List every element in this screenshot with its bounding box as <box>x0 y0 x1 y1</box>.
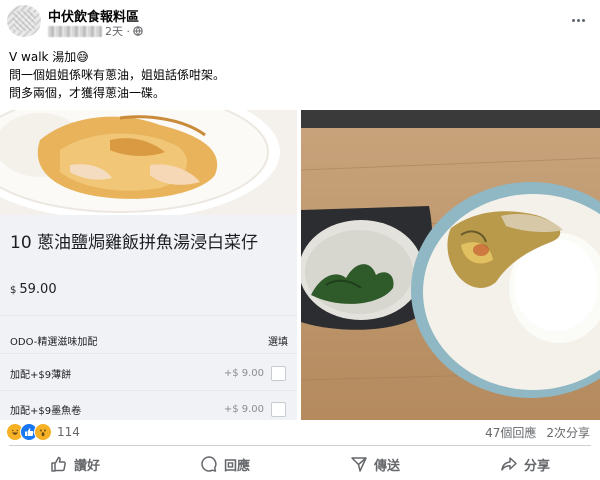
post-images: 10 蔥油鹽焗雞飯拼魚湯浸白菜仔 $59.00 ODO-精選滋味加配 選填 加配… <box>0 110 600 420</box>
addon-option-label: 加配+$9墨魚卷 <box>10 406 82 417</box>
reaction-stats-bar: 114 47個回應 2次分享 <box>0 420 600 442</box>
addon-section-label: ODO-精選滋味加配 <box>10 337 98 348</box>
addon-option-label: 加配+$9薄餅 <box>10 370 72 381</box>
chicken-rice-photo <box>0 110 297 215</box>
divider <box>0 390 297 391</box>
share-label: 分享 <box>523 458 550 474</box>
price-value: 59.00 <box>19 282 57 297</box>
share-icon <box>501 457 517 471</box>
addon-option[interactable]: 加配+$9薄餅 +$ 9.00 <box>10 366 286 381</box>
addon-option-price: +$ 9.00 <box>223 404 264 415</box>
comment-count[interactable]: 47個回應 <box>485 424 536 441</box>
addon-option[interactable]: 加配+$9墨魚卷 +$ 9.00 <box>10 402 286 417</box>
post-text-line: 問多兩個，才獲得蔥油一碟。 <box>9 86 166 100</box>
divider <box>0 353 297 354</box>
post-time[interactable]: 2天 · <box>105 23 130 39</box>
share-button[interactable]: 分享 <box>450 450 600 478</box>
menu-screenshot-image[interactable]: 10 蔥油鹽焗雞飯拼魚湯浸白菜仔 $59.00 ODO-精選滋味加配 選填 加配… <box>0 110 297 420</box>
divider <box>0 315 297 316</box>
share-count[interactable]: 2次分享 <box>546 424 590 441</box>
send-button[interactable]: 傳送 <box>300 450 450 478</box>
post-meta: 2天 · <box>48 23 143 39</box>
soup-and-rice-photo <box>301 110 600 420</box>
wow-icon <box>34 423 52 441</box>
globe-icon <box>133 26 143 36</box>
currency-symbol: $ <box>10 285 17 296</box>
comment-label: 回應 <box>223 458 250 474</box>
engagement-counts: 47個回應 2次分享 <box>485 424 590 441</box>
send-icon <box>351 457 367 472</box>
send-label: 傳送 <box>373 458 400 474</box>
addon-checkbox[interactable] <box>271 402 286 417</box>
optional-label: 選填 <box>268 337 288 348</box>
post-body: V walk 湯加😅 問一個姐姐係咪有蔥油，姐姐話係咁架。 問多兩個，才獲得蔥油… <box>9 48 225 102</box>
dish-price: $59.00 <box>10 282 57 297</box>
addon-option-price: +$ 9.00 <box>223 368 264 379</box>
addon-checkbox[interactable] <box>271 366 286 381</box>
blurred-author-name[interactable] <box>48 25 102 37</box>
addon-section-header: ODO-精選滋味加配 選填 <box>10 333 288 348</box>
like-button[interactable]: 讚好 <box>0 450 150 478</box>
post-text-line: V walk 湯加😅 <box>9 50 89 64</box>
like-label: 讚好 <box>73 458 100 474</box>
dish-title: 10 蔥油鹽焗雞飯拼魚湯浸白菜仔 <box>10 233 259 253</box>
comment-icon <box>201 456 217 472</box>
reactions-summary[interactable]: 114 <box>6 423 80 441</box>
food-photo-image[interactable] <box>301 110 600 420</box>
thumbs-up-icon <box>51 456 66 472</box>
reaction-count: 114 <box>57 425 80 439</box>
group-avatar[interactable] <box>7 5 41 37</box>
post-header: 中伏飲食報料區 2天 · <box>0 0 600 44</box>
post-text-line: 問一個姐姐係咪有蔥油，姐姐話係咁架。 <box>9 68 226 82</box>
comment-button[interactable]: 回應 <box>150 450 300 478</box>
more-dots-icon[interactable] <box>568 12 588 28</box>
divider <box>9 445 591 446</box>
facebook-post: 中伏飲食報料區 2天 · V walk 湯加😅 問一個姐姐係咪有蔥油，姐姐話係咁… <box>0 0 600 480</box>
post-action-bar: 讚好 回應 傳送 分享 <box>0 450 600 478</box>
